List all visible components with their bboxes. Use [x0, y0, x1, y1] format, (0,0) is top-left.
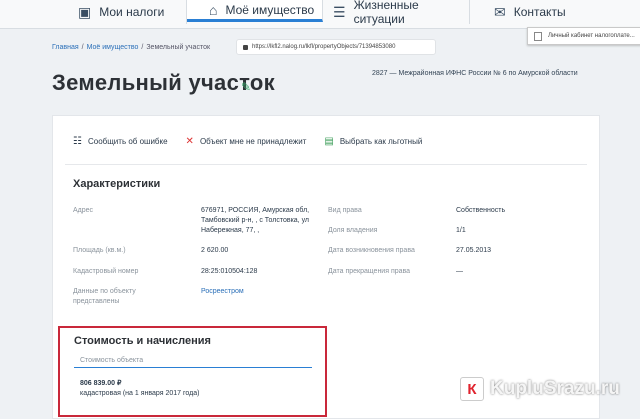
property-card: ☷ Сообщить об ошибке ✕ Объект мне не при… [52, 115, 600, 419]
area-value: 2 620.00 [201, 247, 229, 254]
right-start-value: 27.05.2013 [456, 247, 492, 254]
lock-icon [243, 44, 248, 50]
source-label: Данные по объекту представлены [73, 288, 136, 305]
characteristics-title: Характеристики [73, 178, 161, 190]
cadastral-value: 28:25:010504:128 [201, 268, 258, 275]
right-type-label: Вид права [328, 207, 362, 214]
money-icon: ▣ [78, 3, 92, 20]
url-text: https://lkfl2.nalog.ru/lkfl/propertyObje… [252, 44, 396, 50]
tab-my-taxes[interactable]: ▣ Мои налоги [52, 0, 187, 24]
envelope-icon: ✉ [494, 3, 506, 20]
report-error-button[interactable]: ☷ Сообщить об ошибке [73, 136, 168, 147]
tooltip-text: Личный кабинет налогоплате... [548, 33, 635, 39]
action-label: Объект мне не принадлежит [199, 137, 307, 146]
document-check-icon: ▤ [324, 136, 334, 147]
share-value: 1/1 [456, 227, 466, 234]
right-end-label: Дата прекращения права [328, 268, 411, 275]
property-icon: ⌂ [209, 1, 218, 18]
cadastral-label: Кадастровый номер [73, 268, 139, 275]
cost-section-highlight: Стоимость и начисления Стоимость объекта… [58, 326, 327, 417]
cost-filter-input[interactable]: Стоимость объекта [74, 353, 312, 368]
tab-label: Мои налоги [99, 5, 165, 19]
divider [65, 164, 587, 165]
list-icon: ☰ [333, 3, 346, 20]
pencil-icon[interactable]: ✎ [241, 80, 251, 94]
select-benefit-button[interactable]: ▤ Выбрать как льготный [324, 136, 422, 147]
cost-value: 806 839.00 ₽ [80, 380, 122, 387]
action-label: Сообщить об ошибке [87, 137, 168, 146]
not-mine-button[interactable]: ✕ Объект мне не принадлежит [186, 136, 307, 147]
cost-note: кадастровая (на 1 января 2017 года) [80, 390, 200, 397]
action-label: Выбрать как льготный [339, 137, 423, 146]
source-value[interactable]: Росреестром [201, 287, 244, 297]
area-label: Площадь (кв.м.) [73, 247, 126, 254]
breadcrumb-separator: / [81, 44, 84, 51]
breadcrumb: Главная / Моё имущество / Земельный учас… [52, 44, 210, 51]
address-value: 676971, РОССИЯ, Амурская обл, Тамбовский… [201, 207, 310, 234]
breadcrumb-property[interactable]: Моё имущество [87, 44, 139, 51]
right-start-label: Дата возникновения права [328, 247, 415, 254]
right-type-value: Собственность [456, 207, 506, 214]
browser-tooltip: Личный кабинет налогоплате... [527, 27, 640, 45]
document-icon [534, 31, 542, 41]
tab-label: Жизненные ситуации [353, 0, 419, 26]
list-report-icon: ☷ [73, 136, 82, 147]
tax-inspection: 2827 — Межрайонная ИФНС России № 6 по Ам… [372, 70, 578, 77]
url-bar[interactable]: https://lkfl2.nalog.ru/lkfl/propertyObje… [236, 39, 436, 55]
watermark: К KupluSrazu.ru [460, 377, 620, 401]
tab-my-property[interactable]: ⌂ Моё имущество [187, 0, 323, 22]
breadcrumb-current: Земельный участок [146, 44, 211, 51]
tab-label: Контакты [513, 5, 566, 19]
breadcrumb-home[interactable]: Главная [52, 44, 79, 51]
tab-life-situations[interactable]: ☰ Жизненные ситуации [323, 0, 470, 26]
action-bar: ☷ Сообщить об ошибке ✕ Объект мне не при… [73, 136, 422, 147]
kuplu-logo-icon: К [460, 377, 484, 401]
breadcrumb-separator: / [141, 44, 144, 51]
top-navigation: ▣ Мои налоги ⌂ Моё имущество ☰ Жизненные… [0, 0, 640, 29]
tab-label: Моё имущество [225, 2, 315, 17]
tab-contacts[interactable]: ✉ Контакты [470, 0, 610, 24]
address-label: Адрес [73, 207, 94, 214]
cross-icon: ✕ [185, 136, 194, 147]
share-label: Доля владения [328, 227, 378, 234]
right-end-value: — [456, 268, 463, 275]
watermark-text: KupluSrazu.ru [490, 378, 620, 399]
cost-title: Стоимость и начисления [74, 335, 211, 347]
